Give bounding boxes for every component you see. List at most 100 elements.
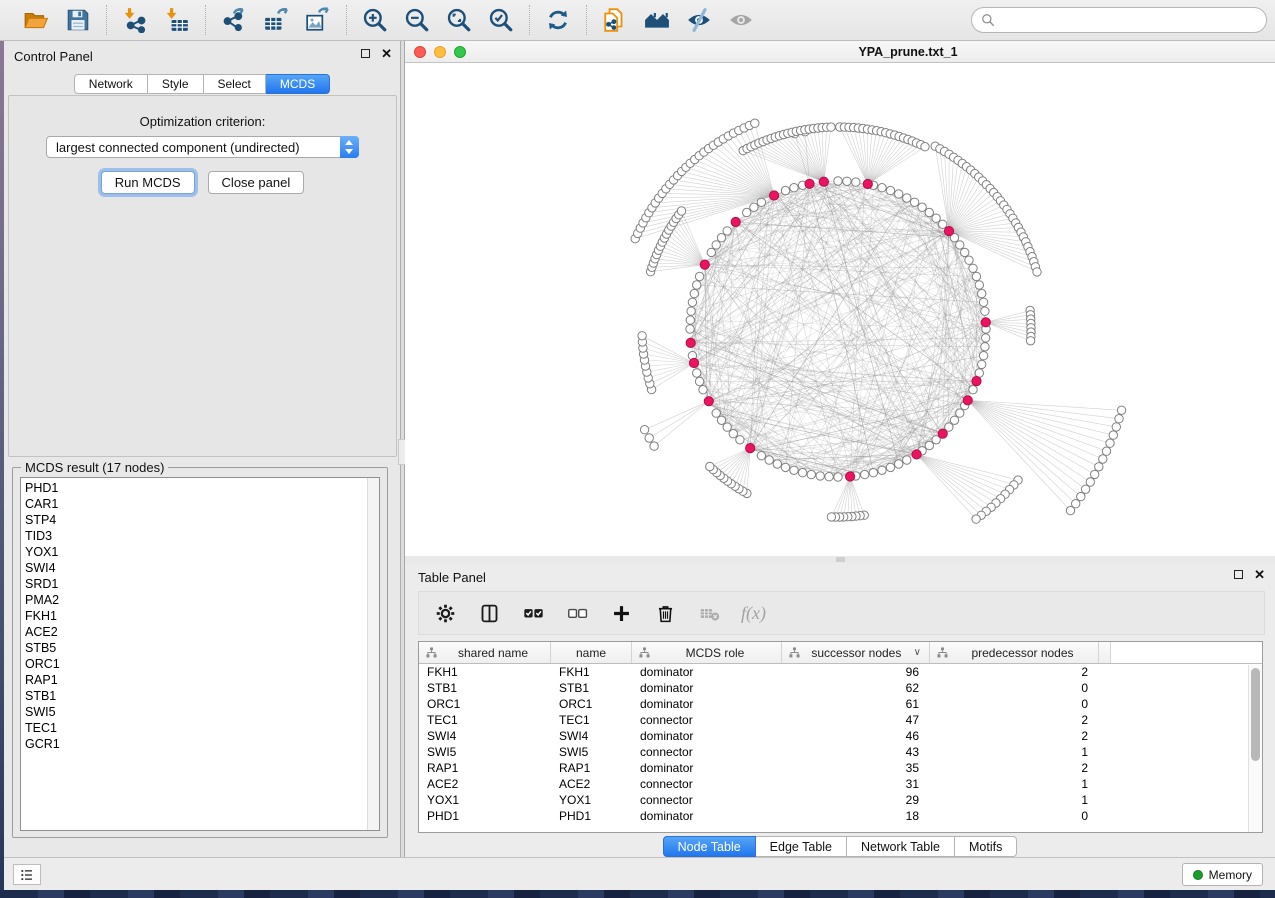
network-node[interactable] [712, 241, 720, 249]
network-node[interactable] [690, 289, 698, 297]
table-cell[interactable]: dominator [632, 760, 782, 776]
network-node[interactable] [886, 463, 894, 471]
network-node[interactable] [736, 436, 744, 444]
network-node[interactable] [1099, 455, 1107, 463]
network-node[interactable] [981, 343, 989, 351]
network-node[interactable] [827, 513, 835, 521]
network-node[interactable] [1081, 485, 1089, 493]
gear-icon[interactable] [433, 601, 457, 625]
zoom-selected-icon[interactable] [487, 6, 515, 34]
split-columns-icon[interactable] [477, 601, 501, 625]
minimize-window-icon[interactable] [434, 46, 446, 58]
table-cell[interactable]: connector [632, 792, 782, 808]
network-node[interactable] [765, 456, 773, 464]
table-row[interactable]: ORC1ORC1dominator610 [419, 696, 1262, 712]
column-header-name[interactable]: name [551, 642, 632, 663]
tab-mcds[interactable]: MCDS [266, 74, 330, 94]
table-cell[interactable]: 46 [782, 728, 930, 744]
network-node[interactable] [686, 316, 694, 324]
table-cell[interactable]: PHD1 [419, 808, 551, 824]
deselect-all-icon[interactable] [565, 601, 589, 625]
table-cell[interactable]: 61 [782, 696, 930, 712]
table-cell[interactable]: connector [632, 744, 782, 760]
network-node[interactable] [969, 386, 977, 394]
table-cell[interactable]: SWI5 [551, 744, 632, 760]
mcds-result-item[interactable]: TID3 [21, 528, 367, 544]
maximize-window-icon[interactable] [454, 46, 466, 58]
network-node[interactable] [1112, 423, 1120, 431]
table-cell[interactable]: ACE2 [551, 776, 632, 792]
import-network-icon[interactable] [121, 6, 149, 34]
mcds-result-item[interactable]: GCR1 [21, 736, 367, 752]
open-icon[interactable] [22, 6, 50, 34]
network-node[interactable] [827, 123, 835, 131]
mcds-node[interactable] [963, 396, 972, 405]
mcds-node[interactable] [972, 377, 981, 386]
mcds-node[interactable] [746, 444, 755, 453]
network-node[interactable] [717, 416, 725, 424]
run-mcds-button[interactable]: Run MCDS [101, 171, 195, 194]
mcds-node[interactable] [731, 217, 740, 226]
table-cell[interactable]: 2 [930, 712, 1099, 728]
mcds-result-item[interactable]: SWI5 [21, 704, 367, 720]
close-window-icon[interactable] [414, 46, 426, 58]
table-cell[interactable]: connector [632, 712, 782, 728]
table-cell[interactable]: STB1 [551, 680, 632, 696]
horizontal-split-divider[interactable] [405, 556, 1275, 563]
network-node[interactable] [729, 430, 737, 438]
mcds-node[interactable] [805, 179, 814, 188]
close-panel-icon[interactable]: ✕ [1254, 569, 1265, 580]
network-node[interactable] [1102, 447, 1110, 455]
network-node[interactable] [843, 177, 851, 185]
column-header-successor-nodes[interactable]: successor nodes∨ [782, 642, 930, 663]
network-node[interactable] [686, 325, 694, 333]
column-header-mcds-role[interactable]: MCDS role [632, 642, 782, 663]
select-all-icon[interactable] [521, 601, 545, 625]
network-node[interactable] [878, 466, 886, 474]
refresh-icon[interactable] [544, 6, 572, 34]
tab-select[interactable]: Select [204, 74, 266, 94]
table-cell[interactable]: dominator [632, 680, 782, 696]
network-node[interactable] [910, 198, 918, 206]
network-node[interactable] [695, 272, 703, 280]
table-cell[interactable]: 2 [930, 760, 1099, 776]
network-node[interactable] [723, 227, 731, 235]
network-node[interactable] [956, 409, 964, 417]
network-node[interactable] [751, 119, 759, 127]
table-row[interactable]: TEC1TEC1connector472 [419, 712, 1262, 728]
table-cell[interactable]: TEC1 [551, 712, 632, 728]
table-cell[interactable]: 1 [930, 792, 1099, 808]
network-node[interactable] [932, 214, 940, 222]
network-node[interactable] [925, 441, 933, 449]
import-table-icon[interactable] [163, 6, 191, 34]
table-row[interactable]: SWI5SWI5connector431 [419, 744, 1262, 760]
network-node[interactable] [979, 352, 987, 360]
network-node[interactable] [695, 377, 703, 385]
network-node[interactable] [918, 203, 926, 211]
table-cell[interactable]: dominator [632, 664, 782, 680]
memory-button[interactable]: Memory [1182, 863, 1263, 886]
table-cell[interactable]: 43 [782, 744, 930, 760]
network-node[interactable] [921, 143, 929, 151]
network-node[interactable] [717, 234, 725, 242]
mcds-node[interactable] [981, 318, 990, 327]
mcds-result-item[interactable]: CAR1 [21, 496, 367, 512]
network-node[interactable] [757, 198, 765, 206]
task-history-button[interactable] [13, 864, 41, 885]
clone-network-icon[interactable] [601, 6, 629, 34]
column-header-shared-name[interactable]: shared name [419, 642, 551, 663]
tab-network-table[interactable]: Network Table [847, 836, 955, 857]
table-cell[interactable]: ACE2 [419, 776, 551, 792]
table-cell[interactable]: 29 [782, 792, 930, 808]
close-panel-icon[interactable]: ✕ [381, 48, 392, 59]
function-builder-icon[interactable]: f(x) [741, 601, 766, 625]
network-node[interactable] [956, 241, 964, 249]
table-cell[interactable]: ORC1 [419, 696, 551, 712]
network-node[interactable] [790, 466, 798, 474]
table-cell[interactable]: dominator [632, 808, 782, 824]
tab-edge-table[interactable]: Edge Table [756, 836, 847, 857]
table-cell[interactable]: 18 [782, 808, 930, 824]
network-node[interactable] [638, 332, 646, 340]
network-node[interactable] [706, 462, 714, 470]
network-node[interactable] [972, 272, 980, 280]
